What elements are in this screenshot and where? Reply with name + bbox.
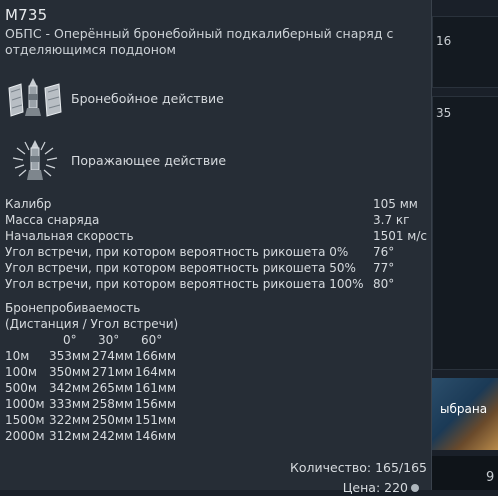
penetration-cell: 265мм — [92, 381, 134, 395]
distance-cell: 500м — [5, 381, 37, 395]
stat-row: Калибр 105 мм — [5, 196, 427, 212]
background-panel-mid — [432, 96, 498, 370]
ammo-price: Цена: 220 — [343, 480, 419, 496]
silver-lions-icon — [411, 484, 419, 492]
penetration-cell: 322мм — [49, 413, 91, 427]
stat-caliber-name: Калибр — [5, 197, 52, 211]
penetration-cell: 164мм — [135, 365, 177, 379]
distance-cell: 10м — [5, 349, 30, 363]
stat-row: Угол встречи, при котором вероятность ри… — [5, 244, 427, 260]
angle-header: 30° — [98, 333, 120, 347]
stat-ricochet-100-name: Угол встречи, при котором вероятность ри… — [5, 277, 364, 291]
shell-description: ОБПС - Оперённый бронебойный подкалиберн… — [5, 26, 394, 57]
penetration-cell: 250мм — [92, 413, 134, 427]
penetration-row: 100м 350мм 271мм 164мм — [5, 364, 178, 380]
penetration-cell: 146мм — [135, 429, 177, 443]
stat-row: Масса снаряда 3.7 кг — [5, 212, 427, 228]
stat-ricochet-0-name: Угол встречи, при котором вероятность ри… — [5, 245, 349, 259]
stat-mass-name: Масса снаряда — [5, 213, 100, 227]
stat-row: Угол встречи, при котором вероятность ри… — [5, 276, 427, 292]
stat-ricochet-100-value: 80° — [373, 277, 395, 291]
background-selected-label: ыбрана — [440, 402, 488, 416]
stat-ricochet-50-value: 77° — [373, 261, 395, 275]
penetration-cell: 166мм — [135, 349, 177, 363]
distance-cell: 1000м — [5, 397, 45, 411]
shell-title: M735 — [5, 6, 48, 24]
angle-header: 60° — [141, 333, 163, 347]
penetration-cell: 242мм — [92, 429, 134, 443]
penetration-cell: 271мм — [92, 365, 134, 379]
background-counter-mid: 35 — [436, 106, 452, 120]
stat-row: Начальная скорость 1501 м/с — [5, 228, 427, 244]
stat-velocity-value: 1501 м/с — [372, 229, 427, 243]
ammo-quantity: Количество: 165/165 — [290, 460, 427, 475]
background-bottom-text: 9 — [486, 470, 495, 485]
penetration-cell: 353мм — [49, 349, 91, 363]
penetration-header-row: 0° 30° 60° — [5, 332, 178, 348]
penetration-row: 10м 353мм 274мм 166мм — [5, 348, 178, 364]
angle-header: 0° — [63, 333, 77, 347]
penetration-cell: 274мм — [92, 349, 134, 363]
background-panel-top — [432, 16, 498, 88]
effect-damage-label: Поражающее действие — [71, 153, 227, 168]
armor-piercing-shell-icon — [5, 76, 65, 122]
penetration-row: 2000м 312мм 242мм 146мм — [5, 428, 178, 444]
stat-velocity-name: Начальная скорость — [5, 229, 134, 243]
stat-ricochet-50-name: Угол встречи, при котором вероятность ри… — [5, 261, 356, 275]
ammo-price-label: Цена: 220 — [342, 480, 408, 495]
penetration-row: 500м 342мм 265мм 161мм — [5, 380, 178, 396]
penetration-row: 1500м 322мм 250мм 151мм — [5, 412, 178, 428]
stat-ricochet-0-value: 76° — [373, 245, 395, 259]
penetration-cell: 156мм — [135, 397, 177, 411]
distance-cell: 2000м — [5, 429, 45, 443]
distance-cell: 1500м — [5, 413, 45, 427]
penetration-subtitle: (Дистанция / Угол встречи) — [5, 317, 179, 331]
distance-cell: 100м — [5, 365, 37, 379]
effect-armor-piercing-label: Бронебойное действие — [71, 91, 224, 106]
stat-mass-value: 3.7 кг — [373, 213, 410, 227]
penetration-cell: 333мм — [49, 397, 91, 411]
penetration-cell: 258мм — [92, 397, 134, 411]
penetration-table: 0° 30° 60° 10м 353мм 274мм 166мм 100м 35… — [5, 332, 178, 444]
penetration-cell: 312мм — [49, 429, 91, 443]
shrapnel-shell-icon — [5, 138, 65, 184]
ammo-tooltip: M735 ОБПС - Оперённый бронебойный подкал… — [0, 0, 432, 495]
effect-damage: Поражающее действие — [5, 138, 427, 184]
stat-caliber-value: 105 мм — [373, 197, 418, 211]
shell-stats: Калибр 105 мм Масса снаряда 3.7 кг Начал… — [5, 196, 427, 292]
effect-armor-piercing: Бронебойное действие — [5, 76, 427, 122]
penetration-title: Бронепробиваемость — [5, 301, 141, 315]
stat-row: Угол встречи, при котором вероятность ри… — [5, 260, 427, 276]
penetration-cell: 350мм — [49, 365, 91, 379]
penetration-row: 1000м 333мм 258мм 156мм — [5, 396, 178, 412]
penetration-cell: 151мм — [135, 413, 177, 427]
penetration-cell: 161мм — [135, 381, 177, 395]
background-counter-top: 16 — [436, 34, 452, 48]
penetration-cell: 342мм — [49, 381, 91, 395]
